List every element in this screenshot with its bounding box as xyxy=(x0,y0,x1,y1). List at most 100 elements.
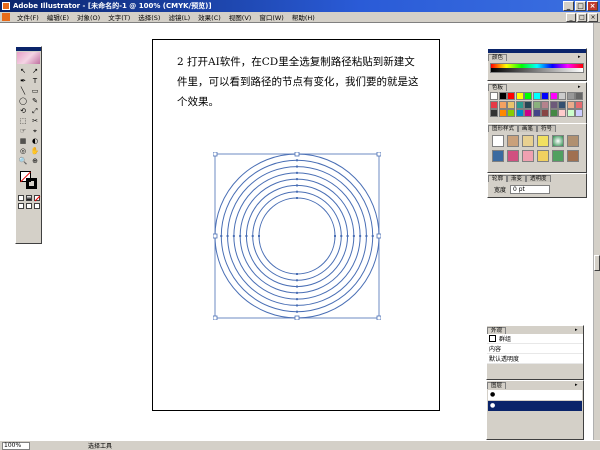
tab-swatches[interactable]: 色板 xyxy=(488,84,508,91)
menu-filter[interactable]: 滤镜(L) xyxy=(164,12,194,22)
graphic-style-item[interactable] xyxy=(492,135,504,147)
color-swatch[interactable] xyxy=(490,92,498,100)
ring-path[interactable] xyxy=(227,166,367,306)
ellipse-tool-icon[interactable]: ◯ xyxy=(17,96,29,106)
ring-path[interactable] xyxy=(258,197,336,275)
appearance-row-contents[interactable]: 内容 xyxy=(487,344,583,354)
bounding-box-handle[interactable] xyxy=(294,315,300,320)
anchor-point[interactable] xyxy=(296,273,298,275)
color-swatch[interactable] xyxy=(558,100,566,109)
toolbox-header[interactable] xyxy=(16,47,41,51)
rectangle-tool-icon[interactable]: ▭ xyxy=(29,86,41,96)
full-screen-mode-icon[interactable] xyxy=(33,203,40,209)
menu-select[interactable]: 选择(S) xyxy=(134,12,164,22)
tab-graphic-styles[interactable]: 图形样式 xyxy=(488,125,519,132)
color-swatch[interactable] xyxy=(524,109,532,117)
anchor-point[interactable] xyxy=(296,285,298,288)
color-swatch[interactable] xyxy=(541,92,549,100)
graphic-style-item[interactable] xyxy=(507,135,519,147)
doc-restore-button[interactable]: □ xyxy=(577,13,587,22)
panel-menu-icon[interactable]: ▸ xyxy=(578,85,584,91)
ring-path[interactable] xyxy=(239,178,355,294)
color-swatch[interactable] xyxy=(566,100,575,109)
graphic-style-item[interactable] xyxy=(522,135,534,147)
color-swatch[interactable] xyxy=(541,100,549,109)
color-spectrum-bar[interactable] xyxy=(490,63,584,73)
anchor-point[interactable] xyxy=(245,235,248,237)
graphic-style-item[interactable] xyxy=(522,150,534,162)
ring-path[interactable] xyxy=(245,184,349,288)
tab-transparency[interactable]: 透明度 xyxy=(526,175,551,182)
anchor-point[interactable] xyxy=(296,291,298,294)
menu-edit[interactable]: 编辑(E) xyxy=(43,12,73,22)
illustrator-logo[interactable] xyxy=(17,52,40,64)
rotate-tool-icon[interactable]: ⟲ xyxy=(17,106,29,116)
anchor-point[interactable] xyxy=(296,197,298,199)
symbol-sprayer-tool-icon[interactable]: ⌖ xyxy=(29,126,41,136)
color-swatch[interactable] xyxy=(575,109,583,117)
appearance-row-group[interactable]: 群组 xyxy=(487,334,583,344)
anchor-point[interactable] xyxy=(296,171,298,174)
anchor-point[interactable] xyxy=(296,178,298,181)
color-swatch[interactable] xyxy=(566,109,575,117)
stroke-swatch[interactable] xyxy=(26,178,37,189)
none-mode-icon[interactable] xyxy=(33,195,40,201)
free-transform-tool-icon[interactable]: ⬚ xyxy=(17,116,29,126)
bounding-box-handle[interactable] xyxy=(213,152,218,157)
scale-tool-icon[interactable]: ⤢ xyxy=(29,106,41,116)
anchor-point[interactable] xyxy=(220,235,223,237)
color-swatch[interactable] xyxy=(532,109,541,117)
color-swatch[interactable] xyxy=(558,92,566,100)
gradient-tool-icon[interactable]: ◐ xyxy=(29,136,41,146)
anchor-point[interactable] xyxy=(340,235,343,237)
pen-tool-icon[interactable]: ✒ xyxy=(17,76,29,86)
anchor-point[interactable] xyxy=(239,235,242,237)
anchor-point[interactable] xyxy=(352,235,355,237)
color-swatch[interactable] xyxy=(558,109,566,117)
color-swatch[interactable] xyxy=(549,100,558,109)
graphic-style-item[interactable] xyxy=(567,150,579,162)
color-swatch[interactable] xyxy=(498,100,507,109)
tab-layers[interactable]: 图层 xyxy=(487,382,507,389)
blend-tool-icon[interactable]: ◎ xyxy=(17,146,29,156)
menu-type[interactable]: 文字(T) xyxy=(104,12,134,22)
visibility-eye-icon[interactable]: ● xyxy=(490,402,497,410)
appearance-row-opacity[interactable]: 默认透明度 xyxy=(487,354,583,364)
color-swatch[interactable] xyxy=(549,109,558,117)
close-button[interactable]: × xyxy=(587,1,598,11)
document-icon[interactable] xyxy=(2,13,10,21)
graphic-style-item[interactable] xyxy=(537,150,549,162)
current-tool-status[interactable]: 选择工具 xyxy=(88,441,112,450)
graphic-style-item[interactable] xyxy=(537,135,549,147)
tab-stroke[interactable]: 轮廓 xyxy=(488,175,508,182)
color-swatch[interactable] xyxy=(532,92,541,100)
color-swatch[interactable] xyxy=(532,100,541,109)
color-swatch[interactable] xyxy=(515,100,524,109)
color-swatch[interactable] xyxy=(515,92,524,100)
layer-row-selected[interactable]: ● xyxy=(488,401,582,411)
warp-tool-icon[interactable]: ☞ xyxy=(17,126,29,136)
tab-symbols[interactable]: 符号 xyxy=(537,125,557,132)
color-swatch[interactable] xyxy=(524,100,532,109)
visibility-eye-icon[interactable]: ● xyxy=(490,391,497,399)
anchor-point[interactable] xyxy=(296,190,298,193)
panel-menu-icon[interactable]: ▸ xyxy=(575,383,581,389)
color-swatch[interactable] xyxy=(507,92,515,100)
doc-minimize-button[interactable]: _ xyxy=(566,13,576,22)
pencil-tool-icon[interactable]: ✎ xyxy=(29,96,41,106)
color-swatch[interactable] xyxy=(541,109,549,117)
bounding-box-handle[interactable] xyxy=(376,233,381,239)
slice-tool-icon[interactable]: ⊕ xyxy=(29,156,41,166)
color-swatch[interactable] xyxy=(507,109,515,117)
panel-menu-icon[interactable]: ▸ xyxy=(575,328,581,334)
concentric-rings-artwork[interactable] xyxy=(213,152,381,320)
scissors-tool-icon[interactable]: ✂ xyxy=(29,116,41,126)
graph-tool-icon[interactable]: ▦ xyxy=(17,136,29,146)
anchor-point[interactable] xyxy=(334,235,336,237)
color-swatch[interactable] xyxy=(515,109,524,117)
color-swatch[interactable] xyxy=(575,100,583,109)
full-screen-menu-mode-icon[interactable] xyxy=(25,203,32,209)
color-swatch[interactable] xyxy=(549,92,558,100)
anchor-point[interactable] xyxy=(258,235,260,237)
color-swatch[interactable] xyxy=(507,100,515,109)
